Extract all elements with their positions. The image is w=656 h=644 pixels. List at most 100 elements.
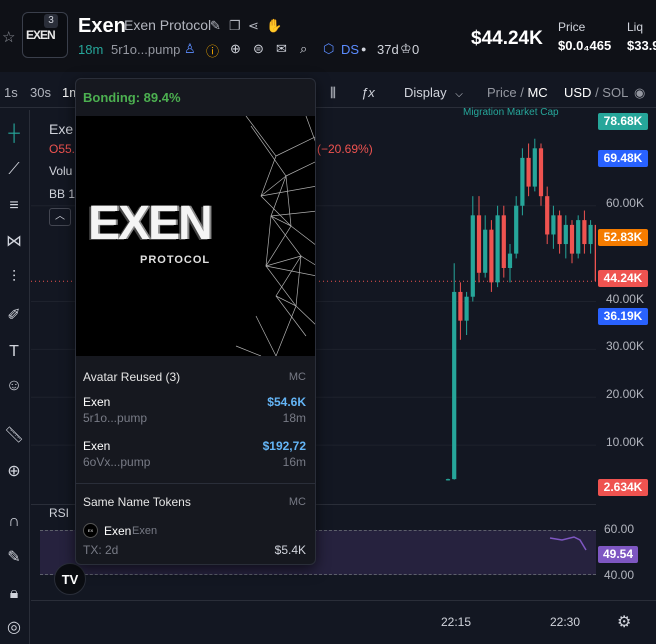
drawing-toolbar: ┼ ⟋ ≡ ⋈ ⫶ ✐ T ☺ 📏︎ ⊕ ∩ ✎ 🔒︎ ◎: [0, 110, 30, 644]
reused-token-mc: $192,72: [262, 439, 306, 453]
candle-body: [532, 148, 537, 187]
reused-token-ca[interactable]: 5r1o...pump: [83, 411, 147, 425]
time-label: 22:30: [550, 615, 581, 629]
pattern-icon[interactable]: ⋈: [2, 230, 26, 254]
volume-badge: 2.634K: [598, 479, 648, 496]
crown-count: 0: [412, 42, 420, 57]
telegram-icon[interactable]: ⊜: [253, 41, 264, 57]
price-option: Price: [487, 85, 517, 100]
display-label: Display: [404, 85, 447, 100]
magnet-icon[interactable]: ∩: [2, 510, 26, 534]
candle-body: [483, 229, 488, 273]
star-icon[interactable]: ☆: [2, 28, 15, 46]
lock-drawing-icon[interactable]: ✎: [2, 546, 26, 570]
reused-token-ca[interactable]: 6oVx...pump: [83, 455, 150, 469]
candle-body: [514, 205, 519, 254]
legend-volume: Volu: [49, 164, 73, 178]
avatar-logo-text: EXEN: [26, 28, 56, 42]
emoji-icon[interactable]: ☺: [2, 374, 26, 398]
avg-badge: 52.83K: [598, 229, 648, 246]
reused-token-age: 18m: [282, 411, 306, 425]
rsi-title: RSI: [49, 506, 70, 520]
rsi-line: [549, 536, 587, 551]
lock-icon[interactable]: 🔒︎: [2, 582, 26, 606]
dex-pill-icon: ●: [361, 44, 367, 54]
text-icon[interactable]: T: [2, 340, 26, 364]
indicators-icon[interactable]: ƒx: [361, 85, 375, 100]
popup-divider: [76, 483, 315, 484]
mc-column-header: MC: [288, 371, 306, 383]
alert-icon[interactable]: ⓘ: [206, 41, 219, 60]
crosshair-icon[interactable]: ┼: [2, 122, 26, 146]
display-dropdown[interactable]: Display ⌵: [404, 85, 463, 100]
candle-body: [495, 215, 500, 283]
price-mc-separator: /: [516, 85, 528, 100]
timeframe-30s[interactable]: 30s: [30, 85, 51, 100]
candle-body: [470, 215, 475, 297]
candle-body: [538, 148, 544, 197]
legend-bollinger: BB 1: [49, 187, 76, 201]
price-value: $0.0₄465: [558, 38, 612, 53]
candle-body: [557, 215, 562, 245]
search-icon[interactable]: ⌕: [300, 41, 307, 57]
reused-token-age: 16m: [282, 455, 306, 469]
chat-icon[interactable]: ✉: [276, 41, 287, 57]
candle-body: [520, 157, 525, 206]
candle-type-icon[interactable]: ⫼: [330, 85, 336, 101]
same-name-ticker[interactable]: Exen: [104, 524, 131, 538]
contract-address[interactable]: 5r1o...pump: [111, 42, 180, 57]
legend-open: O55.: [49, 142, 76, 156]
reused-token-name[interactable]: Exen: [83, 439, 110, 453]
price-label: Price: [558, 20, 586, 34]
time-axis[interactable]: 22:15 22:30: [31, 600, 656, 644]
zoom-in-icon[interactable]: ⊕: [2, 460, 26, 484]
screenshot-icon[interactable]: ◉: [634, 85, 645, 101]
sol-option: SOL: [602, 85, 629, 100]
legend-collapse-button[interactable]: ︿: [49, 208, 71, 226]
token-age: 18m: [78, 42, 104, 57]
tradingview-logo[interactable]: TV: [54, 563, 86, 595]
same-name-mc: $5.4K: [274, 543, 306, 557]
copy-icon[interactable]: ❐: [229, 18, 241, 34]
rsi-value-badge: 49.54: [598, 546, 638, 563]
same-name-avatar: EX: [83, 523, 98, 538]
candle-body: [445, 479, 451, 481]
rsi-level-60: 60.00: [604, 522, 635, 536]
mc-option: MC: [527, 85, 548, 100]
same-name-tx-age: TX: 2d: [83, 543, 119, 557]
brush-icon[interactable]: ✐: [2, 304, 26, 328]
candle-body: [489, 229, 494, 283]
candle-body: [576, 220, 581, 254]
reused-token-name[interactable]: Exen: [83, 395, 110, 409]
currency-toggle[interactable]: USD / SOL: [564, 85, 628, 100]
candle-body: [458, 291, 463, 321]
low-badge: 36.19K: [598, 308, 648, 325]
candle-body: [588, 224, 593, 245]
same-name-mc-header: MC: [288, 496, 306, 508]
ruler-icon[interactable]: 📏︎: [2, 424, 26, 448]
price-axis[interactable]: 60.00K 40.00K 30.00K 20.00K 10.00K 78.68…: [596, 110, 656, 503]
market-cap-value: $44.24K: [471, 28, 543, 49]
dexscreener-label[interactable]: DS: [341, 42, 359, 57]
user-icon[interactable]: ♙: [184, 41, 196, 57]
fib-icon[interactable]: ⫶: [2, 266, 26, 290]
bonding-progress: Bonding: 89.4%: [83, 90, 181, 105]
crown-icon: ♔: [400, 41, 412, 56]
time-label: 22:15: [441, 615, 472, 629]
horizontal-lines-icon[interactable]: ≡: [2, 194, 26, 218]
hexagon-icon[interactable]: ⬡: [323, 41, 334, 57]
eye-icon[interactable]: ◎: [2, 616, 26, 640]
gear-icon[interactable]: ⚙: [617, 612, 631, 632]
price-mc-toggle[interactable]: Price / MC: [487, 85, 548, 100]
liquidity-label: Liq: [627, 20, 644, 34]
share-icon[interactable]: ⋖: [248, 18, 259, 34]
token-header: ☆ EXEN 3 Exen Exen Protocol ✎ ❐ ⋖ ✋ 18m …: [0, 0, 656, 72]
high-badge: 69.48K: [598, 150, 648, 167]
candle-body: [501, 215, 506, 268]
hand-icon[interactable]: ✋: [266, 18, 282, 34]
candle-body: [476, 215, 482, 273]
trendline-icon[interactable]: ⟋: [2, 158, 26, 182]
globe-icon[interactable]: ⊕: [230, 41, 241, 57]
edit-icon[interactable]: ✎: [210, 18, 221, 34]
timeframe-1s[interactable]: 1s: [4, 85, 18, 100]
